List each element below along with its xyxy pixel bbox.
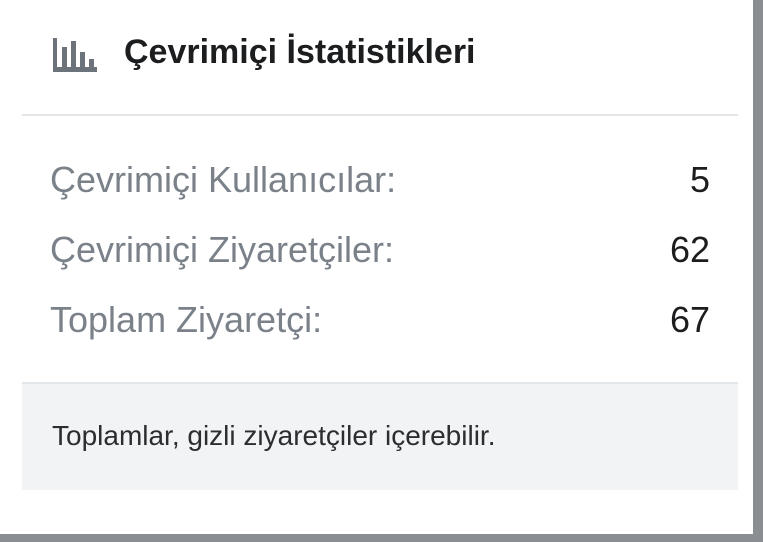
widget-header: Çevrimiçi İstatistikleri <box>22 0 738 116</box>
stat-value: 67 <box>669 299 710 340</box>
window-bottom-edge <box>0 534 763 542</box>
footer-note: Toplamlar, gizli ziyaretçiler içerebilir… <box>52 420 496 451</box>
stats-list: Çevrimiçi Kullanıcılar: 5 Çevrimiçi Ziya… <box>22 116 738 382</box>
stat-label: Toplam Ziyaretçi: <box>50 299 323 340</box>
widget-footer: Toplamlar, gizli ziyaretçiler içerebilir… <box>22 382 738 490</box>
online-stats-widget: Çevrimiçi İstatistikleri Çevrimiçi Kulla… <box>22 0 738 490</box>
stat-label: Çevrimiçi Kullanıcılar: <box>50 159 397 200</box>
stat-label: Çevrimiçi Ziyaretçiler: <box>50 229 395 270</box>
stat-row-total-visitors: Toplam Ziyaretçi: 67 <box>50 294 710 346</box>
window-right-edge <box>753 0 763 542</box>
bar-chart-icon <box>53 38 97 72</box>
stat-value: 62 <box>669 229 710 270</box>
widget-title: Çevrimiçi İstatistikleri <box>124 33 476 71</box>
stat-row-online-users: Çevrimiçi Kullanıcılar: 5 <box>50 154 710 206</box>
stat-value: 5 <box>689 159 710 200</box>
stat-row-online-visitors: Çevrimiçi Ziyaretçiler: 62 <box>50 224 710 276</box>
